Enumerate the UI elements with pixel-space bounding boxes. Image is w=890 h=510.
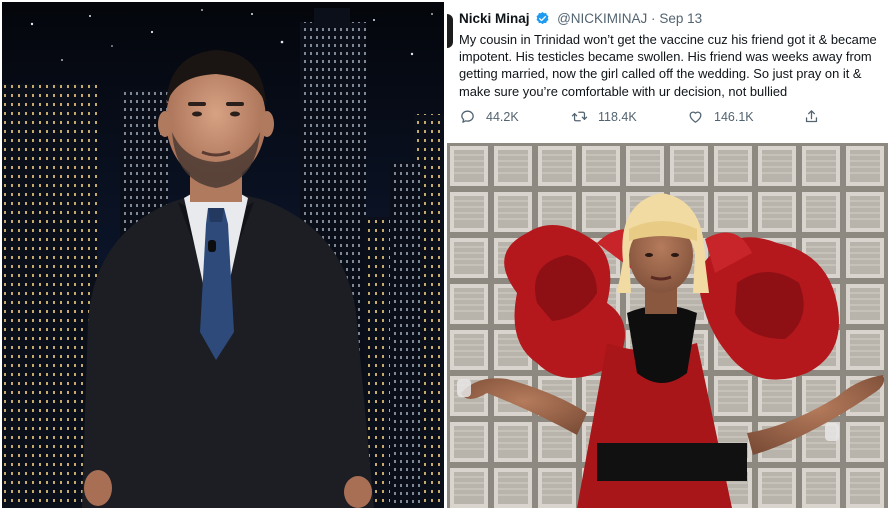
author-name[interactable]: Nicki Minaj — [459, 11, 530, 26]
author-handle[interactable]: @NICKIMINAJ — [557, 11, 647, 26]
header-separator: · — [651, 11, 656, 26]
retweet-button[interactable]: 118.4K — [571, 108, 637, 125]
reply-button[interactable]: 44.2K — [459, 108, 519, 125]
reply-count: 44.2K — [486, 109, 519, 124]
host-photo — [2, 2, 444, 508]
tweet-actions: 44.2K 118.4K 146.1K — [459, 108, 879, 126]
host-photo-illustration — [2, 2, 444, 508]
like-button[interactable]: 146.1K — [687, 108, 754, 125]
retweet-arrows-icon — [571, 111, 588, 122]
reply-bubble-icon — [461, 110, 474, 123]
tweet-date[interactable]: Sep 13 — [659, 11, 702, 26]
red-dress-photo — [447, 143, 888, 508]
like-count: 146.1K — [714, 109, 754, 124]
verified-badge-icon — [536, 11, 549, 25]
retweet-count: 118.4K — [598, 109, 637, 124]
avatar[interactable] — [447, 14, 453, 48]
share-button[interactable] — [803, 108, 830, 125]
share-upload-icon — [805, 110, 818, 123]
tweet-card[interactable]: Nicki Minaj @NICKIMINAJ · Sep 13 My cous… — [447, 0, 890, 140]
red-dress-photo-illustration — [447, 143, 888, 508]
heart-icon — [689, 111, 702, 123]
tweet-text: My cousin in Trinidad won’t get the vacc… — [459, 32, 877, 99]
tweet-header: Nicki Minaj @NICKIMINAJ · Sep 13 — [457, 10, 880, 28]
